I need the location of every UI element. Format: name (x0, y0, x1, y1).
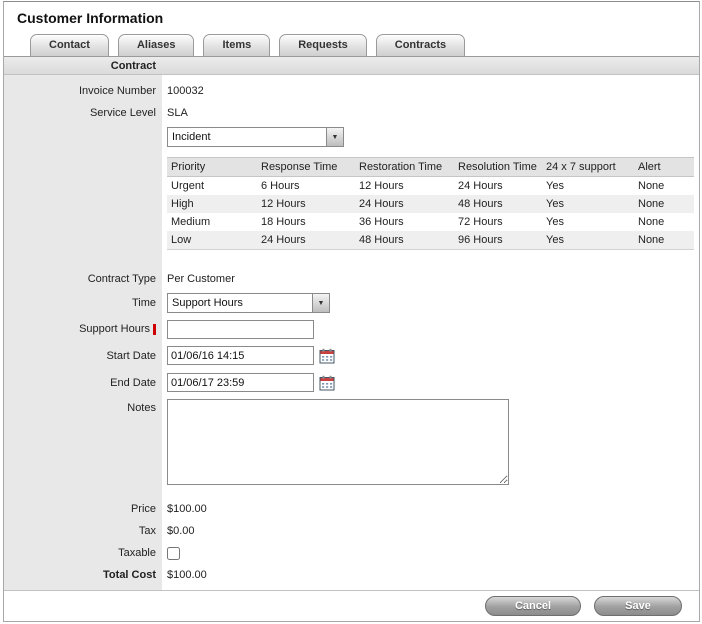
customer-information-page: Customer Information Contact Aliases Ite… (3, 1, 700, 622)
sla-row: Low24 Hours48 Hours96 HoursYesNone (167, 231, 694, 250)
process-select-value: Incident (168, 128, 326, 146)
tax-value: $0.00 (162, 520, 699, 542)
dropdown-arrow-icon: ▼ (312, 294, 329, 312)
process-select-row: Incident ▼ (4, 124, 699, 150)
contract-type-value: Per Customer (162, 268, 699, 290)
service-level-value: SLA (162, 102, 699, 124)
sla-column-header: 24 x 7 support (542, 158, 634, 177)
section-title: Contract (4, 60, 162, 72)
contract-section-header: Contract (4, 57, 699, 75)
price-value: $100.00 (162, 498, 699, 520)
end-date-input[interactable] (167, 373, 314, 392)
service-level-label: Service Level (4, 102, 162, 124)
total-cost-label: Total Cost (4, 564, 162, 586)
dropdown-arrow-icon: ▼ (326, 128, 343, 146)
contract-panel: Contract Invoice Number 100032 Service L… (4, 56, 699, 594)
total-cost-row: Total Cost $100.00 (4, 564, 699, 586)
time-label: Time (4, 290, 162, 316)
tab-contracts[interactable]: Contracts (376, 34, 465, 56)
contract-type-row: Contract Type Per Customer (4, 268, 699, 290)
cancel-button[interactable]: Cancel (485, 596, 581, 616)
tab-aliases[interactable]: Aliases (118, 34, 195, 56)
sla-column-header: Alert (634, 158, 694, 177)
sla-column-header: Priority (167, 158, 257, 177)
support-hours-row: Support Hours (4, 316, 699, 342)
sla-header-row: PriorityResponse TimeRestoration TimeRes… (167, 158, 694, 177)
notes-label: Notes (4, 396, 162, 492)
page-title: Customer Information (4, 2, 699, 33)
calendar-icon[interactable] (319, 375, 335, 391)
end-date-label: End Date (4, 369, 162, 396)
sla-row: High12 Hours24 Hours48 HoursYesNone (167, 195, 694, 213)
start-date-label: Start Date (4, 342, 162, 369)
start-date-row: Start Date (4, 342, 699, 369)
notes-textarea[interactable] (167, 399, 509, 485)
taxable-checkbox[interactable] (167, 547, 180, 560)
tab-items[interactable]: Items (203, 34, 270, 56)
taxable-row: Taxable (4, 542, 699, 564)
tab-contact[interactable]: Contact (30, 34, 109, 56)
tax-row: Tax $0.00 (4, 520, 699, 542)
calendar-icon[interactable] (319, 348, 335, 364)
sla-column-header: Restoration Time (355, 158, 454, 177)
taxable-label: Taxable (4, 542, 162, 564)
start-date-input[interactable] (167, 346, 314, 365)
notes-row: Notes (4, 396, 699, 492)
end-date-row: End Date (4, 369, 699, 396)
time-select[interactable]: Support Hours ▼ (167, 293, 330, 313)
invoice-number-label: Invoice Number (4, 80, 162, 102)
required-marker (153, 324, 156, 335)
time-select-value: Support Hours (168, 294, 312, 312)
price-row: Price $100.00 (4, 498, 699, 520)
tab-requests[interactable]: Requests (279, 34, 367, 56)
save-button[interactable]: Save (594, 596, 682, 616)
sla-table-row: PriorityResponse TimeRestoration TimeRes… (4, 150, 699, 250)
support-hours-label: Support Hours (79, 323, 150, 335)
contract-type-label: Contract Type (4, 268, 162, 290)
action-bar: Cancel Save (4, 590, 699, 621)
sla-row: Medium18 Hours36 Hours72 HoursYesNone (167, 213, 694, 231)
time-row: Time Support Hours ▼ (4, 290, 699, 316)
support-hours-input[interactable] (167, 320, 314, 339)
sla-row: Urgent6 Hours12 Hours24 HoursYesNone (167, 177, 694, 196)
invoice-number-row: Invoice Number 100032 (4, 80, 699, 102)
sla-table: PriorityResponse TimeRestoration TimeRes… (167, 157, 694, 250)
service-level-row: Service Level SLA (4, 102, 699, 124)
process-select[interactable]: Incident ▼ (167, 127, 344, 147)
tax-label: Tax (4, 520, 162, 542)
price-label: Price (4, 498, 162, 520)
sla-column-header: Resolution Time (454, 158, 542, 177)
total-cost-value: $100.00 (162, 564, 699, 586)
invoice-number-value: 100032 (162, 80, 699, 102)
tab-bar: Contact Aliases Items Requests Contracts (30, 34, 699, 56)
sla-column-header: Response Time (257, 158, 355, 177)
